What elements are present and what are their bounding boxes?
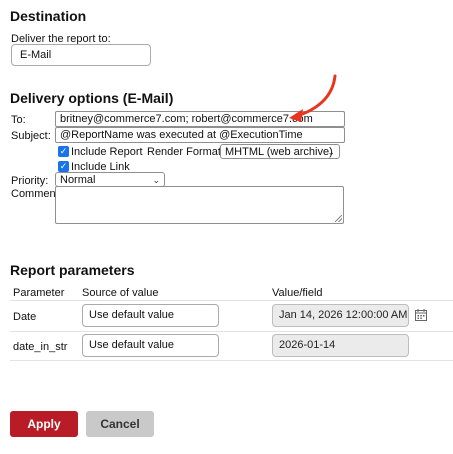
value-field-date-in-str[interactable]: 2026-01-14	[272, 334, 409, 357]
param-name-date: Date	[13, 311, 37, 323]
deliver-method-field[interactable]: E-Mail	[11, 44, 151, 66]
column-header-parameter: Parameter	[13, 287, 65, 299]
resize-handle-icon[interactable]	[335, 215, 342, 222]
value-field-date[interactable]: Jan 14, 2026 12:00:00 AM	[272, 304, 409, 327]
source-field-date[interactable]: Use default value	[82, 304, 219, 327]
table-row-divider	[10, 360, 453, 361]
column-header-value: Value/field	[272, 287, 323, 299]
priority-label: Priority:	[11, 175, 49, 187]
include-link-checkbox[interactable]: ✓	[58, 161, 69, 172]
render-format-label: Render Format:	[147, 146, 225, 158]
chevron-down-icon: ⌄	[327, 147, 335, 157]
include-report-checkbox[interactable]: ✓	[58, 146, 69, 157]
table-row-divider	[10, 331, 453, 332]
column-header-source: Source of value	[82, 287, 159, 299]
chevron-down-icon: ⌄	[152, 175, 160, 185]
red-arrow-annotation-icon	[289, 74, 337, 122]
delivery-options-heading: Delivery options (E-Mail)	[10, 90, 174, 106]
to-label: To:	[11, 114, 26, 126]
checkmark-icon: ✓	[59, 146, 68, 156]
render-format-value: MHTML (web archive)	[225, 146, 333, 158]
priority-value: Normal	[60, 174, 96, 186]
subject-field[interactable]: @ReportName was executed at @ExecutionTi…	[55, 127, 345, 143]
report-parameters-heading: Report parameters	[10, 262, 135, 278]
comment-textarea[interactable]	[55, 186, 344, 224]
priority-select[interactable]: Normal ⌄	[55, 172, 165, 187]
calendar-icon[interactable]	[415, 309, 427, 321]
table-divider	[10, 300, 453, 301]
destination-heading: Destination	[10, 8, 87, 24]
param-name-date-in-str: date_in_str	[13, 341, 68, 353]
checkmark-icon: ✓	[59, 161, 68, 171]
apply-button[interactable]: Apply	[10, 411, 78, 437]
cancel-button[interactable]: Cancel	[86, 411, 154, 437]
render-format-select[interactable]: MHTML (web archive) ⌄	[220, 144, 340, 159]
include-report-label: Include Report	[71, 146, 143, 158]
source-field-date-in-str[interactable]: Use default value	[82, 334, 219, 357]
subject-label: Subject:	[11, 130, 51, 142]
